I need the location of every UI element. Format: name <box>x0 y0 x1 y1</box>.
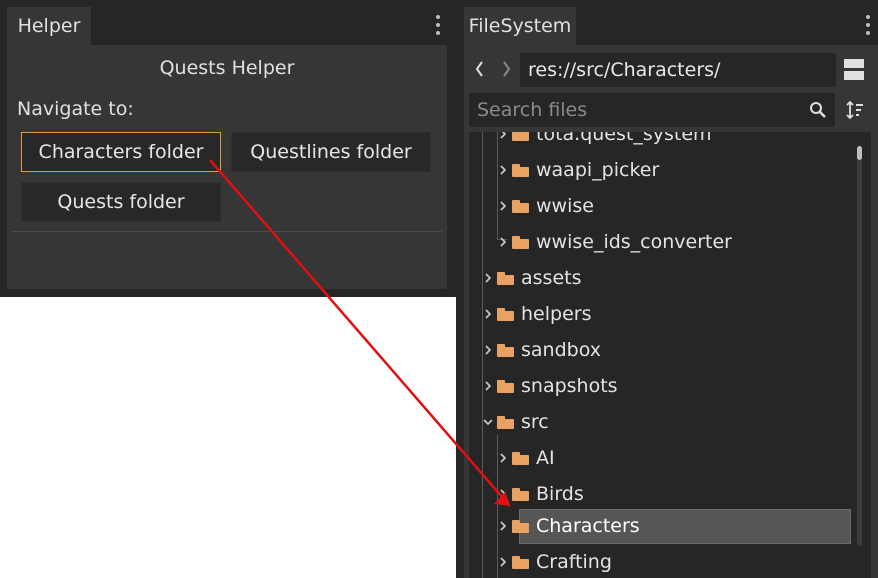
annotation-arrow <box>209 159 511 507</box>
